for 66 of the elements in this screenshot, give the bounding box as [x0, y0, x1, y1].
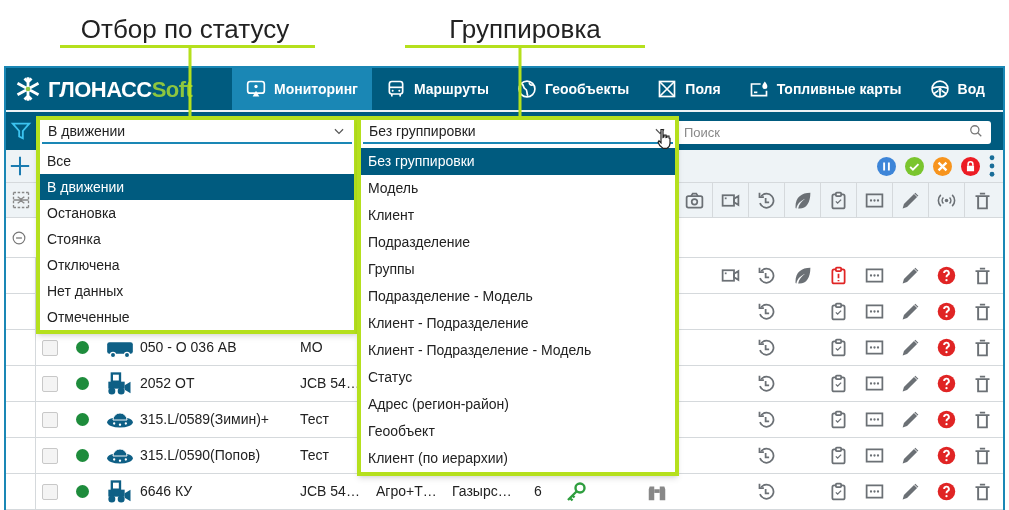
- add-icon[interactable]: [9, 155, 31, 177]
- screen-icon: [246, 79, 266, 99]
- dropdown-option[interactable]: Остановка: [40, 200, 354, 226]
- question-icon[interactable]: [935, 409, 957, 430]
- crossed-square-icon: [657, 79, 678, 99]
- dropdown-option[interactable]: Адрес (регион-район): [361, 391, 675, 418]
- vehicle-name: 315.L/0589(Зимин)+: [140, 411, 270, 427]
- dropdown-option[interactable]: Без группировки: [361, 148, 675, 175]
- department-cell: Газырс…: [452, 483, 512, 499]
- model-cell: JCB 54…: [300, 375, 360, 391]
- model-cell: Тест: [300, 411, 329, 427]
- snowflake-icon: [14, 75, 42, 103]
- resize-columns-icon[interactable]: [11, 190, 31, 210]
- row-checkbox[interactable]: [42, 447, 58, 464]
- question-icon[interactable]: [935, 265, 957, 286]
- lock-icon[interactable]: [961, 156, 980, 176]
- hand-cursor-icon: [656, 128, 672, 150]
- question-icon[interactable]: [935, 445, 957, 466]
- question-icon[interactable]: [935, 337, 957, 358]
- filter-icon[interactable]: [10, 120, 32, 142]
- dropdown-option[interactable]: Клиент: [361, 202, 675, 229]
- model-cell: JCB 54…: [300, 483, 360, 499]
- fuel-card-icon: [748, 79, 769, 99]
- dropdown-option[interactable]: Отключена: [40, 252, 354, 278]
- vehicle-name: 2052 ОТ: [140, 375, 195, 391]
- question-icon[interactable]: [935, 301, 957, 322]
- dropdown-option[interactable]: Статус: [361, 364, 675, 391]
- dropdown-option[interactable]: Нет данных: [40, 278, 354, 304]
- dropdown-option[interactable]: Все: [40, 148, 354, 174]
- more-vertical-icon[interactable]: [989, 155, 995, 177]
- row-checkbox[interactable]: [42, 375, 58, 392]
- row-checkbox[interactable]: [42, 339, 58, 356]
- select-field[interactable]: В движении: [42, 120, 352, 144]
- dropdown-option[interactable]: Модель: [361, 175, 675, 202]
- dropdown-option[interactable]: Группы: [361, 256, 675, 283]
- dropdown-option[interactable]: В движении: [40, 174, 354, 200]
- globe-icon: [516, 79, 537, 99]
- select-field[interactable]: Без группировки: [363, 120, 673, 144]
- row-checkbox[interactable]: [42, 411, 58, 428]
- pause-icon[interactable]: [877, 156, 896, 176]
- count-cell: 6: [534, 483, 542, 499]
- steering-wheel-icon: [929, 79, 950, 99]
- model-cell: МО: [300, 339, 323, 355]
- search-icon[interactable]: [969, 123, 983, 138]
- question-icon[interactable]: [935, 481, 957, 502]
- row-checkbox[interactable]: [42, 483, 58, 500]
- vehicle-name: 6646 КУ: [140, 483, 193, 499]
- check-icon[interactable]: [905, 156, 924, 176]
- callout-label: Отбор по статусу: [80, 13, 290, 46]
- dropdown-option[interactable]: Клиент - Подразделение - Модель: [361, 337, 675, 364]
- dropdown-option[interactable]: Подразделение - Модель: [361, 283, 675, 310]
- client-cell: Агро+Т…: [376, 483, 437, 499]
- question-icon[interactable]: [935, 373, 957, 394]
- dropdown-option[interactable]: Стоянка: [40, 226, 354, 252]
- collapse-icon[interactable]: [12, 230, 26, 245]
- vehicle-name: 315.L/0590(Попов): [140, 447, 261, 463]
- nav-tab[interactable]: Мониторинг: [232, 68, 372, 110]
- dropdown-option[interactable]: Отмеченные: [40, 304, 354, 330]
- model-cell: Тест: [300, 447, 329, 463]
- callout-label: Группировка: [449, 13, 601, 46]
- dropdown-option[interactable]: Клиент (по иерархии): [361, 445, 675, 472]
- search-field[interactable]: Поиск: [676, 120, 991, 144]
- dropdown-option[interactable]: Подразделение: [361, 229, 675, 256]
- dropdown-option[interactable]: Геообъект: [361, 418, 675, 445]
- vehicle-name: 050 - О 036 АВ: [140, 339, 237, 355]
- dropdown-option[interactable]: Клиент - Подразделение: [361, 310, 675, 337]
